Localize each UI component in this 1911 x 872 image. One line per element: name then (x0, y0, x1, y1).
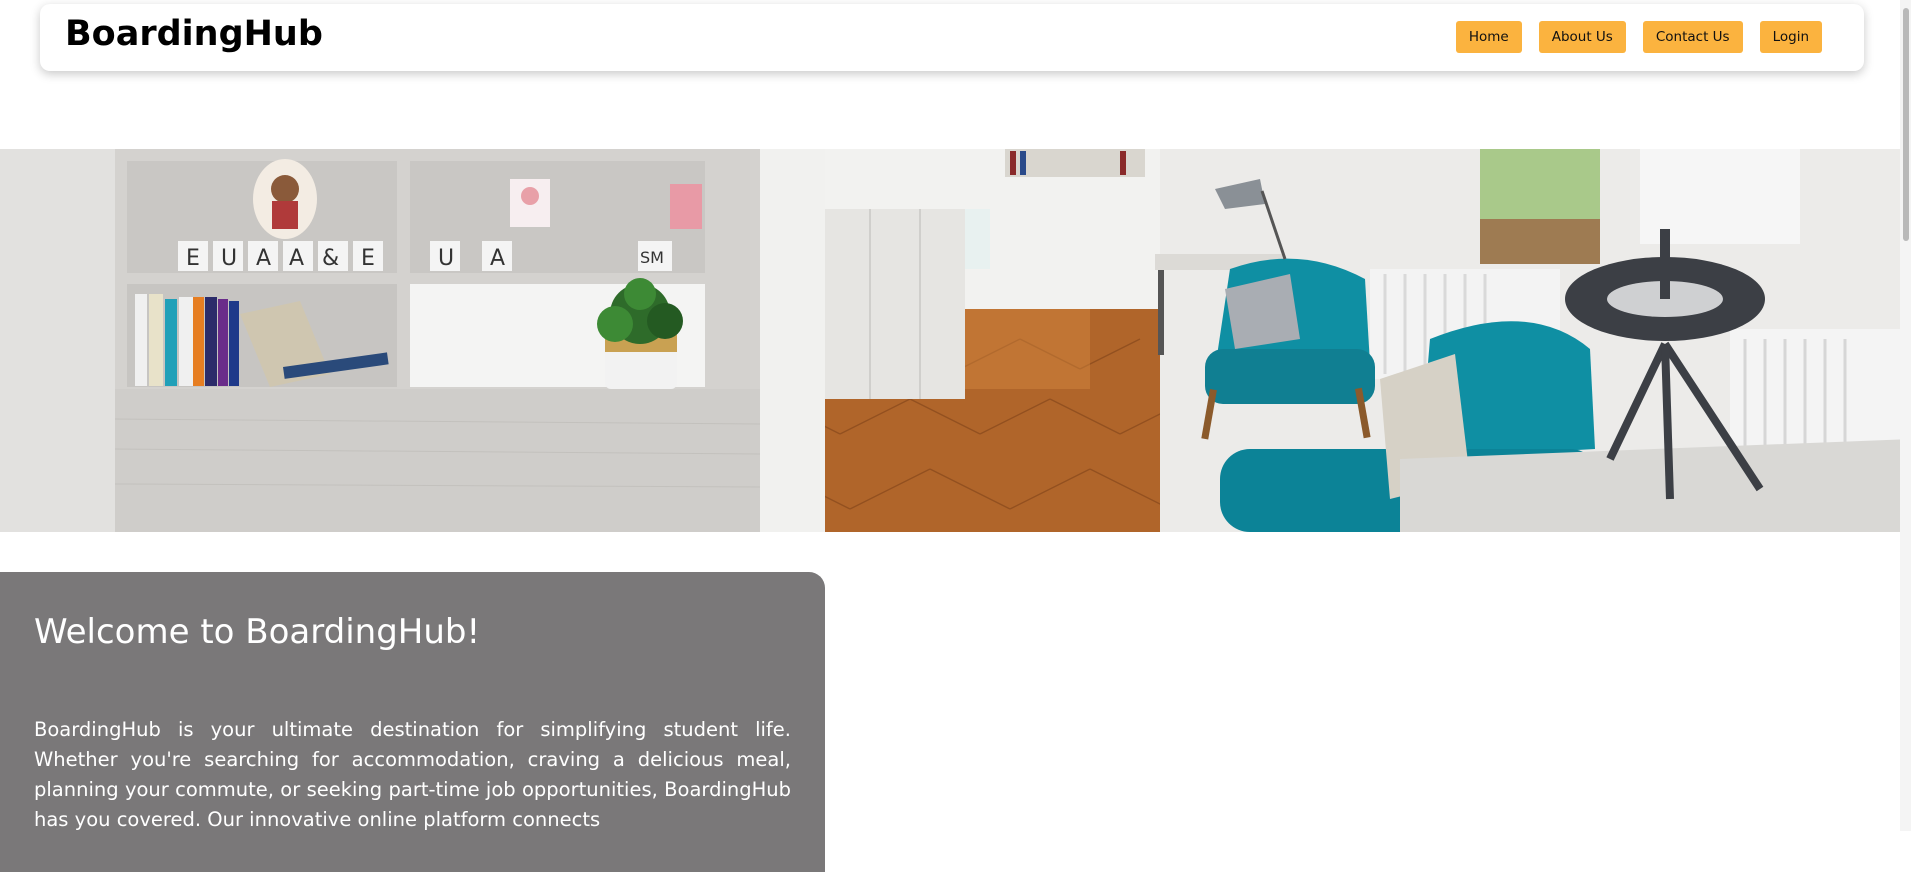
nav-login-button[interactable]: Login (1759, 21, 1822, 53)
welcome-panel: Welcome to BoardingHub! BoardingHub is y… (0, 572, 825, 872)
nav-home-button[interactable]: Home (1455, 21, 1522, 53)
page-scrollbar[interactable] (1900, 0, 1911, 831)
svg-text:U: U (438, 246, 454, 271)
nav-contact-us-button[interactable]: Contact Us (1642, 21, 1743, 53)
photo-card (670, 184, 702, 229)
scrollbar-thumb[interactable] (1903, 8, 1909, 241)
svg-text:U: U (221, 246, 237, 271)
svg-text:E: E (361, 246, 375, 271)
top-navbar: BoardingHub Home About Us Contact Us Log… (40, 4, 1864, 71)
svg-text:A: A (490, 246, 505, 271)
svg-text:A: A (256, 246, 271, 271)
nav-about-us-button[interactable]: About Us (1538, 21, 1626, 53)
nav-button-group: Home About Us Contact Us Login (1455, 21, 1822, 53)
brand-logo-text[interactable]: BoardingHub (65, 17, 323, 52)
welcome-title: Welcome to BoardingHub! (34, 612, 481, 652)
left-wall (0, 149, 115, 532)
svg-text:A: A (289, 246, 304, 271)
svg-text:SM: SM (640, 248, 664, 267)
white-drawers (825, 209, 965, 399)
welcome-body-text: BoardingHub is your ultimate destination… (34, 717, 791, 831)
hero-room-image: E U A A & E U A SM (0, 149, 1911, 532)
svg-text:&: & (322, 246, 339, 271)
shelf-base-cabinet (115, 389, 760, 532)
svg-text:E: E (186, 246, 200, 271)
hero-illustration: E U A A & E U A SM (0, 149, 1911, 532)
